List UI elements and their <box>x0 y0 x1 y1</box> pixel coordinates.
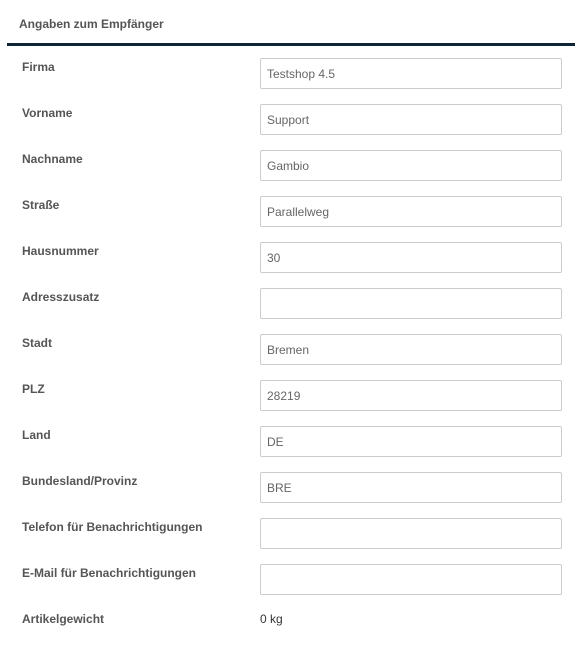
field-label: E-Mail für Benachrichtigungen <box>22 566 197 580</box>
land-input[interactable]: DE <box>260 426 562 457</box>
field-label: Stadt <box>22 336 52 350</box>
telefon-input[interactable] <box>260 518 562 549</box>
weight-row: Artikelgewicht 0 kg <box>0 610 575 656</box>
section-divider <box>7 43 575 46</box>
firma-input[interactable]: Testshop 4.5 <box>260 58 562 89</box>
adresszusatz-input[interactable] <box>260 288 562 319</box>
form-row: Firma Testshop 4.5 <box>0 58 575 104</box>
field-value: 28219 <box>267 389 301 403</box>
field-label: Firma <box>22 60 55 74</box>
field-label: Nachname <box>22 152 83 166</box>
form-row: Straße Parallelweg <box>0 196 575 242</box>
nachname-input[interactable]: Gambio <box>260 150 562 181</box>
field-value: BRE <box>267 481 292 495</box>
stadt-input[interactable]: Bremen <box>260 334 562 365</box>
field-value: Testshop 4.5 <box>267 67 336 81</box>
form-row: Telefon für Benachrichtigungen <box>0 518 575 564</box>
field-value: Parallelweg <box>267 205 330 219</box>
form-row: Vorname Support <box>0 104 575 150</box>
field-label: Hausnummer <box>22 244 99 258</box>
weight-value: 0 kg <box>260 612 283 626</box>
field-label: Straße <box>22 198 60 212</box>
plz-input[interactable]: 28219 <box>260 380 562 411</box>
field-label: Bundesland/Provinz <box>22 474 138 488</box>
form-row: Hausnummer 30 <box>0 242 575 288</box>
field-label: PLZ <box>22 382 45 396</box>
form-row: PLZ 28219 <box>0 380 575 426</box>
section-title: Angaben zum Empfänger <box>19 17 164 31</box>
field-label: Adresszusatz <box>22 290 100 304</box>
vorname-input[interactable]: Support <box>260 104 562 135</box>
form-row: Adresszusatz <box>0 288 575 334</box>
field-label: Telefon für Benachrichtigungen <box>22 520 203 534</box>
hausnummer-input[interactable]: 30 <box>260 242 562 273</box>
form-row: Stadt Bremen <box>0 334 575 380</box>
field-label: Land <box>22 428 51 442</box>
strasse-input[interactable]: Parallelweg <box>260 196 562 227</box>
field-value: Support <box>267 113 310 127</box>
field-value: 30 <box>267 251 281 265</box>
email-input[interactable] <box>260 564 562 595</box>
form-row: Bundesland/Provinz BRE <box>0 472 575 518</box>
field-label: Vorname <box>22 106 73 120</box>
field-value: Gambio <box>267 159 310 173</box>
field-value: Bremen <box>267 343 310 357</box>
form-row: Land DE <box>0 426 575 472</box>
form-row: Nachname Gambio <box>0 150 575 196</box>
weight-label: Artikelgewicht <box>22 612 105 626</box>
field-value: DE <box>267 435 284 449</box>
bundesland-input[interactable]: BRE <box>260 472 562 503</box>
form-row: E-Mail für Benachrichtigungen <box>0 564 575 610</box>
